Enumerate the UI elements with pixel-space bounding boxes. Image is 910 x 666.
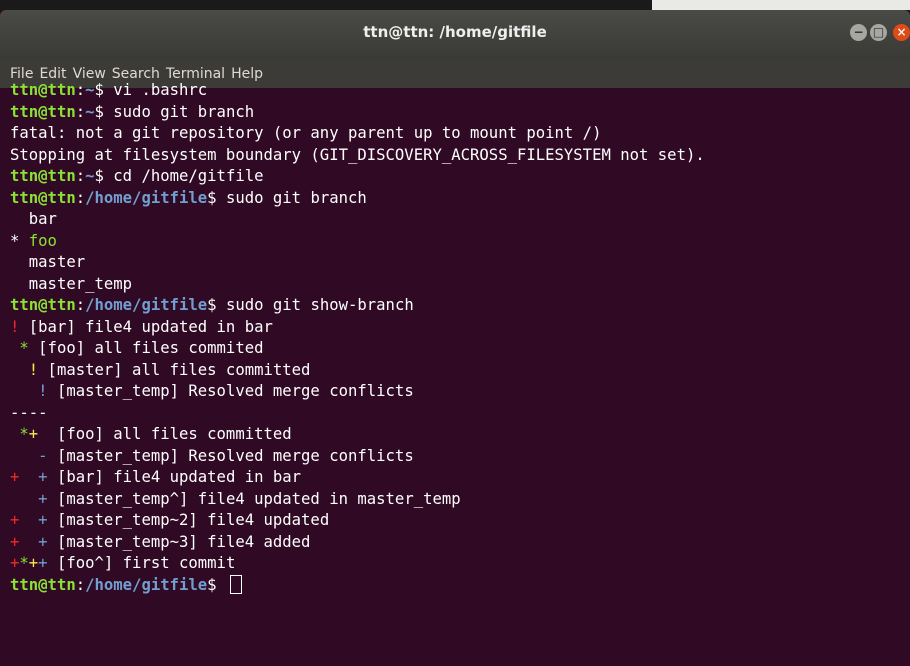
prompt-user-host: ttn@ttn: [10, 575, 76, 594]
prompt-dollar: $: [207, 575, 226, 594]
desktop-background-light: [652, 0, 910, 10]
commit-marker: *: [19, 554, 29, 572]
branch-marker: !: [10, 360, 39, 379]
current-branch-mark: *: [10, 231, 29, 250]
command-text: sudo git show-branch: [225, 296, 414, 314]
commit-description: [master_temp~3] file4 added: [47, 532, 311, 551]
commit-description: [bar] file4 updated in bar: [47, 468, 302, 486]
commit-line: + + [bar] file4 updated in bar: [10, 467, 910, 489]
commit-marker: +: [10, 489, 48, 508]
prompt-colon: :: [75, 102, 86, 121]
prompt-path: /home/gitfile: [85, 296, 208, 314]
title-bar[interactable]: ttn@ttn: /home/gitfile − □ ×: [0, 10, 910, 60]
text-cursor: [229, 574, 242, 594]
commit-line: + + [master_temp~2] file4 updated: [10, 510, 910, 532]
prompt-dollar: $: [94, 167, 114, 185]
commit-marker: +: [10, 554, 20, 572]
command-text: sudo git branch: [225, 188, 367, 207]
prompt-colon: :: [75, 575, 86, 594]
close-button[interactable]: ×: [893, 24, 910, 41]
prompt-colon: :: [75, 296, 86, 314]
commit-marker: +: [10, 511, 20, 529]
output-line: fatal: not a git repository (or any pare…: [10, 124, 602, 142]
commit-marker: +: [10, 532, 20, 551]
show-branch-header: ! [bar] file4 updated in bar: [10, 317, 910, 339]
commit-marker: +: [28, 425, 39, 443]
commit-line: + + [master_temp~3] file4 added: [10, 532, 910, 554]
commit-description: [master_temp] Resolved merge conflicts: [47, 446, 414, 465]
branch-marker: !: [10, 317, 20, 336]
commit-marker: *: [10, 425, 29, 443]
commit-marker: +: [19, 511, 48, 529]
terminal-line: ttn@ttn:~$ sudo git branch: [10, 102, 910, 124]
branch-marker: !: [10, 382, 48, 400]
commit-marker: +: [28, 554, 39, 572]
commit-line: + [master_temp^] file4 updated in master…: [10, 489, 910, 511]
commit-description: [foo] all files committed: [38, 425, 292, 443]
prompt-colon: :: [75, 188, 86, 207]
show-branch-header: * [foo] all files commited: [10, 338, 910, 360]
prompt-dollar: $: [94, 102, 114, 121]
show-branch-header: ! [master] all files committed: [10, 360, 910, 382]
commit-description: [master_temp^] file4 updated in master_t…: [47, 489, 461, 508]
minimize-button[interactable]: −: [850, 24, 867, 41]
commit-line: *+ [foo] all files committed: [10, 424, 910, 446]
output-line: Stopping at filesystem boundary (GIT_DIS…: [10, 145, 705, 164]
branch-description: [foo] all files commited: [28, 339, 264, 357]
terminal-line: ttn@ttn:/home/gitfile$: [10, 574, 910, 597]
command-text: sudo git branch: [113, 102, 255, 121]
prompt-path: ~: [85, 167, 95, 185]
command-text: cd /home/gitfile: [113, 167, 264, 185]
terminal-output[interactable]: ttn@ttn:~$ vi .bashrc ttn@ttn:~$ sudo gi…: [10, 80, 910, 596]
prompt-user-host: ttn@ttn: [10, 102, 76, 121]
branch-description: [master_temp] Resolved merge conflicts: [47, 382, 414, 400]
branch-description: [bar] file4 updated in bar: [19, 317, 273, 336]
prompt-colon: :: [75, 81, 86, 99]
commit-line: +*++ [foo^] first commit: [10, 553, 910, 575]
show-branch-header: ! [master_temp] Resolved merge conflicts: [10, 381, 910, 403]
commit-marker: +: [19, 532, 48, 551]
commit-marker: +: [19, 468, 48, 486]
prompt-path: /home/gitfile: [85, 188, 208, 207]
desktop-background: [0, 0, 910, 10]
prompt-user-host: ttn@ttn: [10, 167, 76, 185]
terminal-line: ttn@ttn:/home/gitfile$ sudo git branch: [10, 188, 910, 210]
branch-list-item-current: * foo: [10, 231, 910, 253]
prompt-user-host: ttn@ttn: [10, 296, 76, 314]
window-title: ttn@ttn: /home/gitfile: [363, 23, 547, 41]
commit-marker: +: [10, 468, 20, 486]
separator-line: ----: [10, 403, 48, 422]
prompt-path: /home/gitfile: [85, 575, 208, 594]
maximize-button[interactable]: □: [870, 24, 887, 41]
command-text: vi .bashrc: [113, 81, 208, 99]
commit-marker: -: [10, 446, 48, 465]
prompt-path: ~: [85, 102, 95, 121]
branch-list-item: master: [10, 253, 86, 271]
branch-list-item: bar: [10, 210, 57, 228]
branch-marker: *: [10, 339, 29, 357]
prompt-dollar: $: [94, 81, 114, 99]
commit-description: [foo^] first commit: [47, 554, 236, 572]
branch-description: [master] all files committed: [38, 360, 311, 379]
prompt-path: ~: [85, 81, 95, 99]
terminal-line: ttn@ttn:/home/gitfile$ sudo git show-bra…: [10, 295, 910, 317]
prompt-dollar: $: [207, 296, 226, 314]
prompt-colon: :: [75, 167, 86, 185]
commit-line: - [master_temp] Resolved merge conflicts: [10, 446, 910, 468]
prompt-user-host: ttn@ttn: [10, 81, 76, 99]
commit-marker: +: [38, 554, 48, 572]
terminal-line: ttn@ttn:~$ vi .bashrc: [10, 80, 910, 102]
branch-list-item: master_temp: [10, 274, 133, 293]
terminal-line: ttn@ttn:~$ cd /home/gitfile: [10, 166, 910, 188]
current-branch-name: foo: [28, 231, 57, 250]
commit-description: [master_temp~2] file4 updated: [47, 511, 330, 529]
prompt-dollar: $: [207, 188, 226, 207]
prompt-user-host: ttn@ttn: [10, 188, 76, 207]
